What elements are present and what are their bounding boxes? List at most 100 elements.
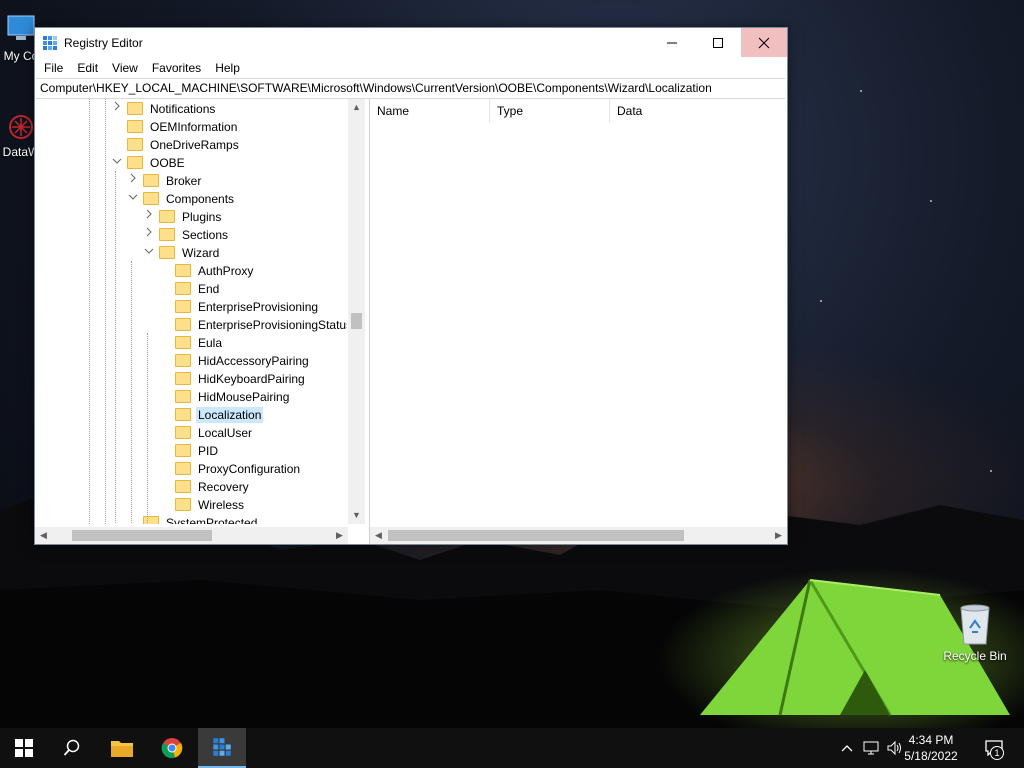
scroll-left-arrow-icon[interactable]: ◀ bbox=[35, 527, 52, 544]
address-bar[interactable]: Computer\HKEY_LOCAL_MACHINE\SOFTWARE\Mic… bbox=[36, 78, 785, 99]
tree-node[interactable]: Sections bbox=[146, 226, 230, 244]
clock[interactable]: 4:34 PM 5/18/2022 bbox=[896, 732, 966, 764]
datawizard-app-icon bbox=[9, 115, 33, 139]
values-horizontal-scroll-thumb[interactable] bbox=[388, 530, 684, 541]
tree-node-label: Recovery bbox=[198, 480, 249, 494]
chevron-right-icon[interactable] bbox=[143, 226, 155, 244]
tree-node[interactable]: ProxyConfiguration bbox=[175, 460, 302, 478]
chevron-down-icon[interactable] bbox=[111, 154, 123, 172]
tree-node[interactable]: SystemProtected bbox=[143, 514, 259, 524]
menu-file[interactable]: File bbox=[37, 58, 70, 78]
chevron-right-icon[interactable] bbox=[127, 172, 139, 190]
maximize-button[interactable] bbox=[695, 28, 741, 57]
tree-node[interactable]: Broker bbox=[130, 172, 203, 190]
tree-node[interactable]: PID bbox=[175, 442, 220, 460]
tree-node[interactable]: Components bbox=[128, 190, 236, 208]
action-center-button[interactable]: 1 bbox=[978, 728, 1010, 768]
menu-help[interactable]: Help bbox=[208, 58, 247, 78]
tree-vertical-scrollbar[interactable]: ▲ ▼ bbox=[348, 99, 365, 524]
scroll-left-arrow-icon[interactable]: ◀ bbox=[370, 527, 387, 544]
chevron-down-icon[interactable] bbox=[127, 190, 139, 208]
minimize-button[interactable] bbox=[649, 28, 695, 57]
menu-favorites[interactable]: Favorites bbox=[145, 58, 208, 78]
folder-icon bbox=[175, 390, 191, 404]
tree-node-label: Plugins bbox=[182, 210, 222, 224]
folder-icon bbox=[159, 246, 175, 260]
tree-node-label: PID bbox=[198, 444, 219, 458]
registry-editor-window: Registry Editor File Edit View Favorites… bbox=[34, 27, 788, 545]
tree-node[interactable]: LocalUser bbox=[175, 424, 254, 442]
key-tree-pane: Notifications OEMInformation OneDriveRamps… bbox=[35, 99, 366, 544]
tree-node-label: Components bbox=[166, 192, 235, 206]
menu-view[interactable]: View bbox=[105, 58, 145, 78]
folder-icon bbox=[127, 102, 143, 116]
tree-node-label: OEMInformation bbox=[150, 120, 238, 134]
tree-node-label: Broker bbox=[166, 174, 202, 188]
tree-node[interactable]: Plugins bbox=[146, 208, 223, 226]
network-tray-button[interactable] bbox=[860, 728, 882, 768]
folder-icon bbox=[175, 282, 191, 296]
tree-vertical-scroll-thumb[interactable] bbox=[351, 313, 362, 329]
values-horizontal-scrollbar[interactable]: ◀ ▶ bbox=[370, 527, 787, 544]
tree-horizontal-scrollbar[interactable]: ◀ ▶ bbox=[35, 527, 348, 544]
tree-node[interactable]: Localization bbox=[175, 406, 264, 424]
tree-node-label: HidAccessoryPairing bbox=[198, 354, 309, 368]
taskbar-file-explorer[interactable] bbox=[98, 728, 146, 768]
tree-node[interactable]: EnterpriseProvisioningStatus bbox=[175, 316, 347, 334]
taskbar-registry-editor[interactable] bbox=[198, 728, 246, 768]
scroll-right-arrow-icon[interactable]: ▶ bbox=[331, 527, 348, 544]
title-bar[interactable]: Registry Editor bbox=[35, 28, 787, 58]
tree-node[interactable]: AuthProxy bbox=[175, 262, 255, 280]
close-button[interactable] bbox=[741, 28, 787, 57]
column-header-name[interactable]: Name bbox=[370, 99, 490, 123]
folder-icon bbox=[175, 462, 191, 476]
desktop-icon-recycle-bin[interactable]: Recycle Bin bbox=[940, 602, 1010, 663]
chevron-right-icon[interactable] bbox=[143, 208, 155, 226]
show-hidden-icons-button[interactable] bbox=[836, 728, 858, 768]
search-button[interactable] bbox=[48, 728, 96, 768]
column-header-data[interactable]: Data bbox=[610, 99, 787, 123]
tree-node-label: HidMousePairing bbox=[198, 390, 290, 404]
tree-guide-line bbox=[105, 99, 106, 524]
tree-horizontal-scroll-thumb[interactable] bbox=[72, 530, 212, 541]
scroll-down-arrow-icon[interactable]: ▼ bbox=[348, 507, 365, 524]
tree-node[interactable]: HidMousePairing bbox=[175, 388, 291, 406]
tree-node-label: End bbox=[198, 282, 220, 296]
folder-icon bbox=[175, 336, 191, 350]
menu-edit[interactable]: Edit bbox=[70, 58, 105, 78]
clock-date: 5/18/2022 bbox=[904, 749, 958, 763]
tree-node[interactable]: Notifications bbox=[114, 100, 217, 118]
folder-icon bbox=[127, 120, 143, 134]
taskbar-chrome[interactable] bbox=[148, 728, 196, 768]
scroll-up-arrow-icon[interactable]: ▲ bbox=[348, 99, 365, 116]
tree-node[interactable]: Recovery bbox=[175, 478, 251, 496]
tree-node[interactable]: HidAccessoryPairing bbox=[175, 352, 311, 370]
tree-node[interactable]: Eula bbox=[175, 334, 224, 352]
tree-node[interactable]: EnterpriseProvisioning bbox=[175, 298, 320, 316]
column-header-type[interactable]: Type bbox=[490, 99, 610, 123]
tree-node[interactable]: OOBE bbox=[112, 154, 187, 172]
tree-node-label: OOBE bbox=[150, 156, 185, 170]
start-button[interactable] bbox=[0, 728, 48, 768]
values-list-pane[interactable]: Name Type Data ◀ ▶ bbox=[370, 99, 787, 544]
file-explorer-icon bbox=[111, 741, 133, 757]
chevron-right-icon[interactable] bbox=[111, 100, 123, 118]
tree-node[interactable]: OneDriveRamps bbox=[127, 136, 241, 154]
tree-node[interactable]: End bbox=[175, 280, 221, 298]
tree-node[interactable]: HidKeyboardPairing bbox=[175, 370, 307, 388]
tree-node[interactable]: Wizard bbox=[144, 244, 221, 262]
tree-node-label: HidKeyboardPairing bbox=[198, 372, 305, 386]
scroll-right-arrow-icon[interactable]: ▶ bbox=[770, 527, 787, 544]
tree-node[interactable]: Wireless bbox=[175, 496, 246, 514]
computer-icon bbox=[7, 15, 35, 40]
chevron-down-icon[interactable] bbox=[143, 244, 155, 262]
tree-node[interactable]: OEMInformation bbox=[127, 118, 239, 136]
tree-node-label: OneDriveRamps bbox=[150, 138, 239, 152]
